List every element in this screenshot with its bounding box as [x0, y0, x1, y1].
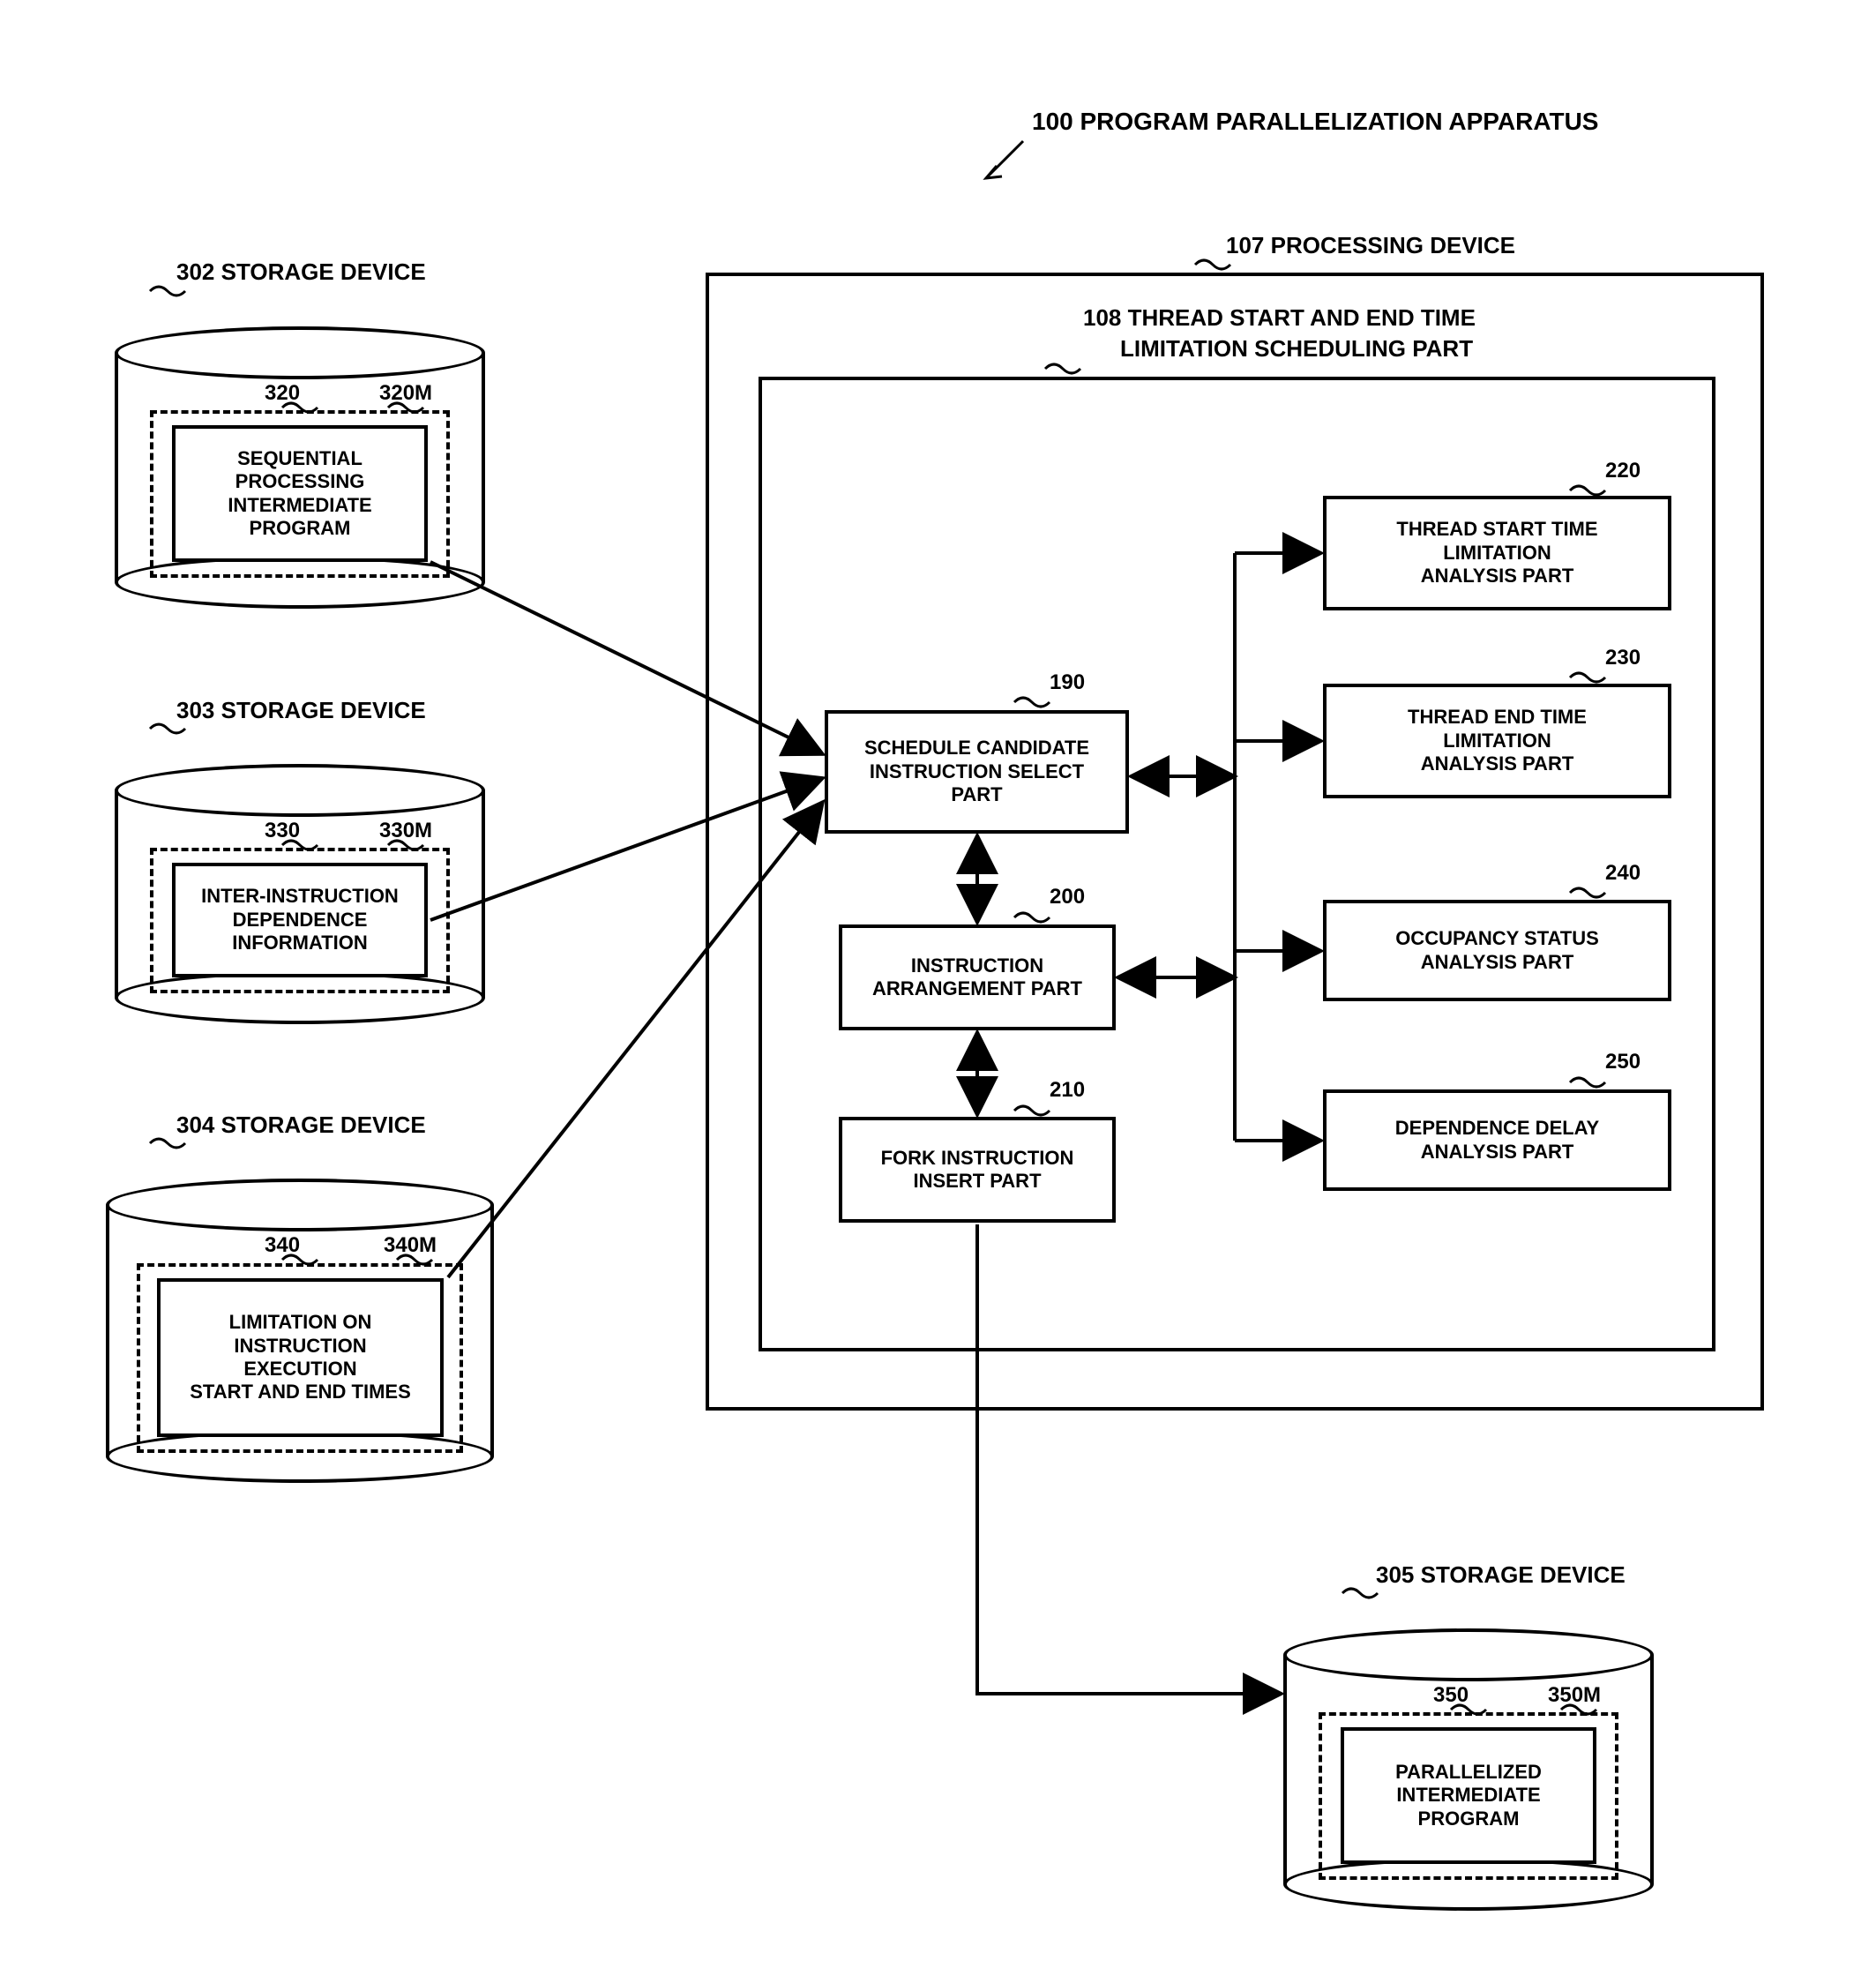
storage-302: SEQUENTIAL PROCESSING INTERMEDIATE PROGR… — [115, 326, 485, 609]
box-330-text: INTER-INSTRUCTION DEPENDENCE INFORMATION — [201, 885, 399, 954]
storage-304: LIMITATION ON INSTRUCTION EXECUTION STAR… — [106, 1179, 494, 1483]
ref-330M: 330M — [379, 819, 432, 843]
box-250-text: DEPENDENCE DELAY ANALYSIS PART — [1395, 1117, 1599, 1164]
box-190-text: SCHEDULE CANDIDATE INSTRUCTION SELECT PA… — [864, 737, 1089, 806]
box-220-text: THREAD START TIME LIMITATION ANALYSIS PA… — [1396, 518, 1597, 588]
ref-250: 250 — [1605, 1050, 1641, 1074]
ref-340M: 340M — [384, 1233, 437, 1258]
diagram-canvas: 100 PROGRAM PARALLELIZATION APPARATUS 10… — [0, 0, 1876, 1976]
box-330: INTER-INSTRUCTION DEPENDENCE INFORMATION — [172, 863, 428, 977]
box-210: FORK INSTRUCTION INSERT PART — [839, 1117, 1116, 1223]
ref-350M: 350M — [1548, 1683, 1601, 1708]
ref-330: 330 — [265, 819, 300, 843]
ref-190: 190 — [1050, 670, 1085, 695]
box-240-text: OCCUPANCY STATUS ANALYSIS PART — [1395, 927, 1599, 974]
box-200-text: INSTRUCTION ARRANGEMENT PART — [872, 954, 1082, 1001]
ref-320M: 320M — [379, 381, 432, 406]
box-340-text: LIMITATION ON INSTRUCTION EXECUTION STAR… — [190, 1311, 411, 1404]
box-240: OCCUPANCY STATUS ANALYSIS PART — [1323, 900, 1671, 1001]
label-302: 302 STORAGE DEVICE — [176, 258, 426, 286]
box-320: SEQUENTIAL PROCESSING INTERMEDIATE PROGR… — [172, 425, 428, 562]
ref-240: 240 — [1605, 861, 1641, 886]
box-230: THREAD END TIME LIMITATION ANALYSIS PART — [1323, 684, 1671, 798]
ref-320: 320 — [265, 381, 300, 406]
ref-350: 350 — [1433, 1683, 1469, 1708]
box-320-text: SEQUENTIAL PROCESSING INTERMEDIATE PROGR… — [228, 447, 371, 541]
ref-230: 230 — [1605, 646, 1641, 670]
box-350: PARALLELIZED INTERMEDIATE PROGRAM — [1341, 1727, 1596, 1864]
label-303: 303 STORAGE DEVICE — [176, 697, 426, 724]
box-190: SCHEDULE CANDIDATE INSTRUCTION SELECT PA… — [825, 710, 1129, 834]
ref-210: 210 — [1050, 1078, 1085, 1103]
label-107: 107 PROCESSING DEVICE — [1226, 232, 1515, 259]
ref-200: 200 — [1050, 885, 1085, 909]
box-220: THREAD START TIME LIMITATION ANALYSIS PA… — [1323, 496, 1671, 610]
box-230-text: THREAD END TIME LIMITATION ANALYSIS PART — [1408, 706, 1587, 775]
box-350-text: PARALLELIZED INTERMEDIATE PROGRAM — [1395, 1761, 1542, 1830]
label-304: 304 STORAGE DEVICE — [176, 1112, 426, 1139]
box-210-text: FORK INSTRUCTION INSERT PART — [881, 1147, 1074, 1194]
ref-220: 220 — [1605, 459, 1641, 483]
box-250: DEPENDENCE DELAY ANALYSIS PART — [1323, 1089, 1671, 1191]
box-200: INSTRUCTION ARRANGEMENT PART — [839, 924, 1116, 1030]
storage-305: PARALLELIZED INTERMEDIATE PROGRAM 350 35… — [1283, 1628, 1654, 1911]
ref-340: 340 — [265, 1233, 300, 1258]
storage-303: INTER-INSTRUCTION DEPENDENCE INFORMATION… — [115, 764, 485, 1024]
label-100: 100 PROGRAM PARALLELIZATION APPARATUS — [1032, 108, 1598, 136]
box-340: LIMITATION ON INSTRUCTION EXECUTION STAR… — [157, 1278, 444, 1437]
label-305: 305 STORAGE DEVICE — [1376, 1561, 1626, 1589]
